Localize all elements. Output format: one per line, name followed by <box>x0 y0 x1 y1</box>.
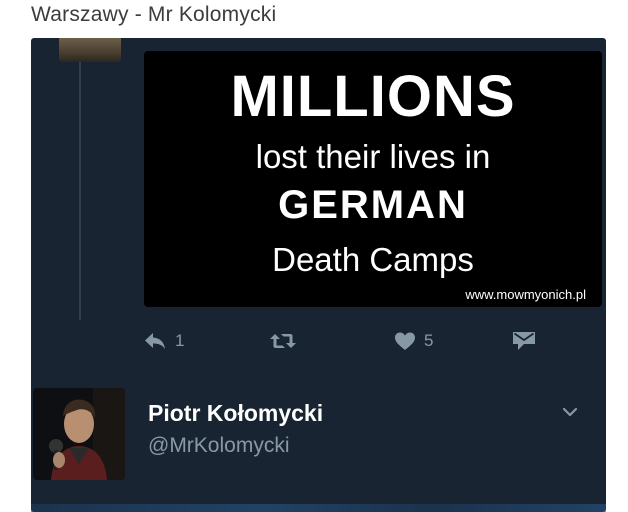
media-line-4: Death Camps <box>272 241 474 278</box>
direct-message-icon <box>512 330 536 352</box>
tweet-actions: 1 5 <box>31 326 606 356</box>
like-count: 5 <box>424 331 434 350</box>
thread-connector <box>79 62 81 320</box>
media-line-2: lost their lives in <box>255 138 491 175</box>
media-line-3: GERMAN <box>278 183 468 227</box>
tweet-panel: MILLIONS lost their lives in GERMAN Deat… <box>31 38 606 512</box>
reply-button[interactable]: 1 <box>143 326 184 356</box>
heart-icon <box>394 331 416 351</box>
chevron-down-icon[interactable] <box>562 404 578 422</box>
tweet-text-tail: Warszawy - Mr Kolomycki <box>31 3 277 26</box>
media-headline: MILLIONS <box>230 64 516 129</box>
tweet-media-image[interactable]: MILLIONS lost their lives in GERMAN Deat… <box>144 51 602 307</box>
display-name[interactable]: Piotr Kołomycki <box>148 400 323 427</box>
like-button[interactable]: 5 <box>394 326 433 356</box>
reply-count: 1 <box>175 331 185 350</box>
user-handle[interactable]: @MrKolomycki <box>148 434 290 458</box>
avatar[interactable] <box>33 388 125 480</box>
reply-icon <box>143 331 167 351</box>
retweet-icon <box>269 331 297 351</box>
author-profile: Piotr Kołomycki @MrKolomycki <box>31 388 606 488</box>
next-tweet-text-cutoff <box>31 504 606 512</box>
direct-message-button[interactable] <box>512 326 536 356</box>
previous-avatar[interactable] <box>59 38 121 62</box>
retweet-button[interactable] <box>269 326 297 356</box>
media-watermark-url: www.mowmyonich.pl <box>465 287 586 302</box>
avatar-photo <box>33 388 125 480</box>
